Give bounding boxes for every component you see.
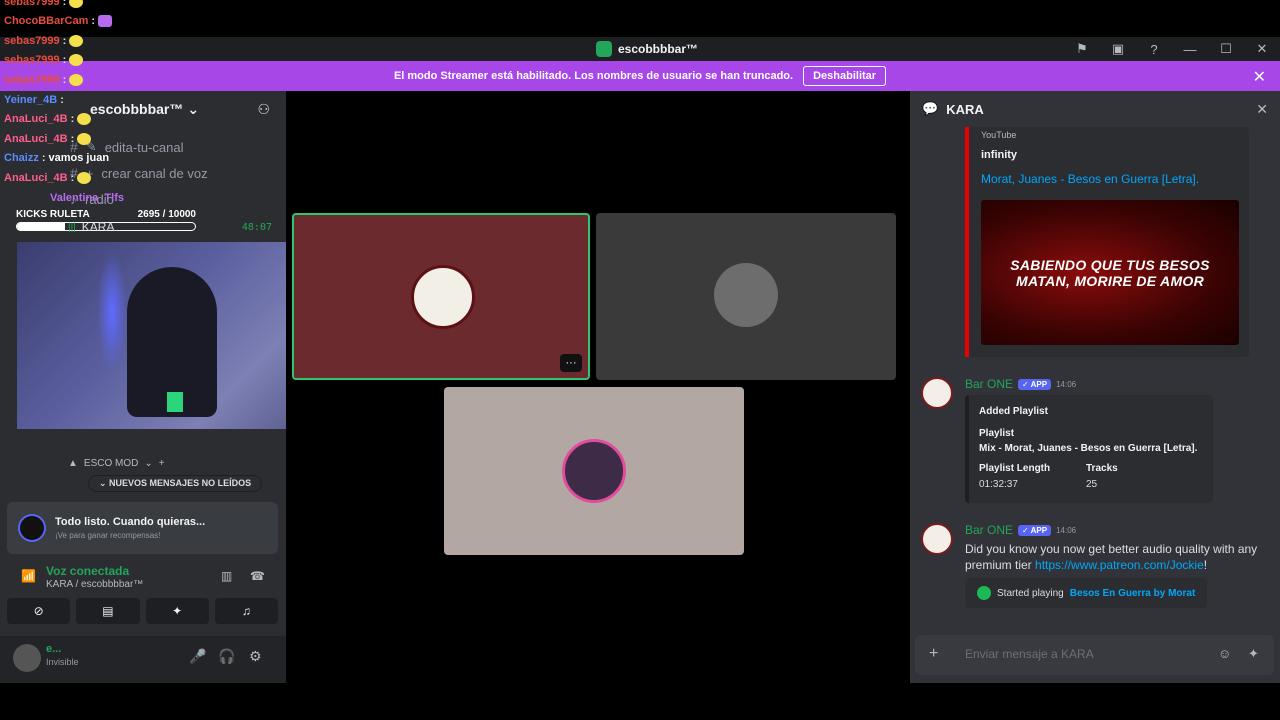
help-icon[interactable]: ? [1136,37,1172,61]
bottom-strip [0,683,1280,720]
activity-card[interactable]: Todo listo. Cuando quieras... ¡Ve para g… [7,502,278,554]
chat-line: sebas7999: [4,53,84,67]
voice-stage: ··· [286,91,910,683]
voice-activity-icon: ||| [68,221,76,233]
emote-icon [77,133,92,145]
chevron-down-icon: ⌄ [187,100,200,117]
emote-icon [98,15,113,27]
inbox-icon[interactable]: ▣ [1100,37,1136,61]
avatar [714,263,778,327]
voice-actions: ⊘ ▤ ✦ ♫ [7,598,278,624]
chat-line: AnaLuci_4B: [4,132,92,146]
participant-tile[interactable] [444,387,744,555]
chat-line: Valentina_Tlfs [50,192,124,204]
chat-line: AnaLuci_4B: [4,112,92,126]
chat-line: AnaLuci_4B: [4,171,92,185]
new-messages-pill[interactable]: ⌄ NUEVOS MENSAJES NO LEÍDOS [88,475,263,492]
soundboard-button[interactable]: ♫ [214,598,278,624]
user-panel: e... Invisible 🎤 🎧 ⚙ [0,636,286,683]
emoji-icon[interactable]: ☺ [1218,646,1231,661]
apps-icon[interactable]: ✦ [1248,646,1259,662]
chat-line: sebas7999: [4,34,84,48]
tree-icon: ▲ [68,458,78,469]
chat-line: Yeiner_4B: [4,94,64,106]
avatar[interactable] [921,377,953,409]
plus-icon[interactable]: + [159,458,165,469]
noise-suppression-icon[interactable]: ▥ [221,569,232,583]
screen-share-button[interactable]: ▤ [76,598,140,624]
chevron-down-icon: ⌄ [99,478,110,488]
avatar[interactable] [13,644,41,672]
emote-icon [69,74,84,86]
chat-header: 💬 KARA ✕ [922,101,1268,118]
video-thumbnail[interactable]: SABIENDO QUE TUS BESOS MATAN, MORIRE DE … [981,200,1239,345]
participant-tile[interactable] [596,213,896,380]
chevron-down-icon: ⌄ [144,458,153,469]
close-window-icon[interactable]: ✕ [1244,37,1280,61]
now-playing-card: Started playing Besos En Guerra by Morat [965,578,1207,608]
disable-streamer-mode-button[interactable]: Deshabilitar [803,66,887,86]
add-member-icon[interactable]: ⚇ [257,101,270,118]
emote-icon [69,54,84,66]
close-chat-icon[interactable]: ✕ [1256,101,1268,118]
maximize-icon[interactable]: ☐ [1208,37,1244,61]
chat-line: ChocoBBarCam: [4,14,113,28]
flag-icon[interactable]: ⚑ [1064,37,1100,61]
avatar [411,265,475,329]
microphone-icon[interactable]: 🎤 [189,648,206,665]
avatar [562,439,626,503]
disconnect-icon[interactable]: ☎ [250,569,265,583]
streamer-mode-banner: El modo Streamer está habilitado. Los no… [0,61,1280,91]
channel-category-row[interactable]: ▲ ESCO MOD ⌄ + [68,458,165,469]
more-options-icon[interactable]: ··· [560,354,582,372]
minimize-icon[interactable]: — [1172,37,1208,61]
chat-line: Chaizz: vamos juan [4,152,110,164]
playlist-card: Added Playlist Playlist Mix - Morat, Jua… [965,395,1213,503]
signal-icon[interactable]: 📶 [21,569,36,583]
message-text: Did you know you now get better audio qu… [965,542,1258,572]
chat-line: sebas7999: [4,0,84,9]
gear-icon[interactable]: ⚙ [249,648,262,665]
activities-button[interactable]: ✦ [145,598,209,624]
patreon-link[interactable]: https://www.patreon.com/Jockie [1035,558,1204,572]
add-attachment-icon[interactable]: + [929,645,938,663]
close-banner-icon[interactable]: ✕ [1253,67,1266,87]
quest-icon [18,514,46,542]
participant-tile[interactable]: ··· [292,213,590,380]
message-composer[interactable]: + Enviar mensaje a KARA ☺ ✦ [915,635,1274,675]
text-chat-panel: 💬 KARA ✕ YouTube infinity Morat, Juanes … [910,91,1280,683]
spotify-icon [977,586,991,600]
emote-icon [69,35,84,47]
window-title: escobbbbar™ [596,41,698,57]
emote-icon [69,0,84,8]
server-badge-icon [596,41,612,57]
youtube-embed: YouTube infinity Morat, Juanes - Besos e… [965,127,1249,357]
titlebar: escobbbbar™ ⚑ ▣ ? — ☐ ✕ [0,37,1280,61]
emote-icon [77,113,92,125]
avatar[interactable] [921,523,953,555]
emote-icon [77,172,92,184]
camera-off-button[interactable]: ⊘ [7,598,71,624]
chat-bubble-icon: 💬 [922,101,939,116]
headphones-icon[interactable]: 🎧 [218,648,235,665]
voice-channel-user[interactable]: ||| KARA 48:07 [68,218,278,236]
chat-line: sebas7999: [4,73,84,87]
